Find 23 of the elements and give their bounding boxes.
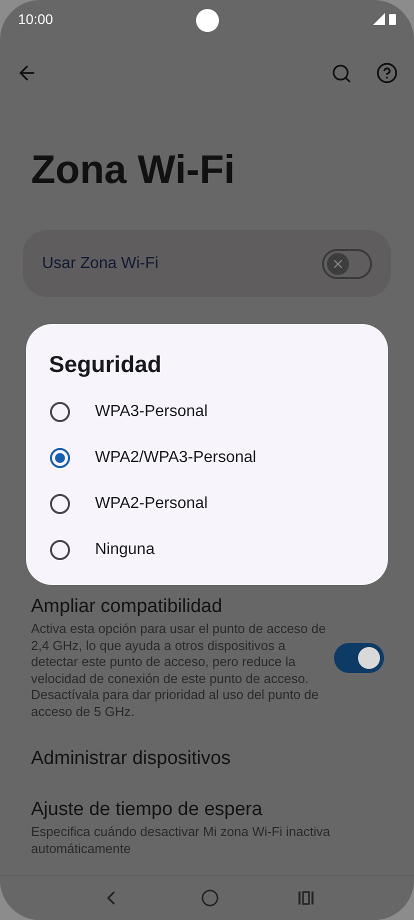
toggle-switch[interactable] bbox=[334, 642, 384, 672]
status-time: 10:00 bbox=[18, 10, 54, 28]
signal-icon bbox=[373, 13, 385, 25]
setting-summary: Activa esta opción para usar el punto de acceso de 2,4 GHz, lo que ayuda a otros dispositivos a detectar este punto de acceso, pero reduce la velocidad de conexión de este punto de acceso. Desactívala para dar prioridad al uso del punto de acceso de 5 GHz. bbox=[31, 621, 327, 720]
radio-option[interactable]: WPA2/WPA3-Personal bbox=[26, 435, 388, 481]
page-title: Zona Wi-Fi bbox=[31, 147, 236, 194]
camera-icon bbox=[196, 9, 219, 32]
help-icon[interactable] bbox=[376, 62, 398, 84]
setting-summary: automáticamente bbox=[31, 840, 132, 857]
search-icon[interactable] bbox=[331, 62, 352, 84]
recents-nav-icon[interactable] bbox=[298, 891, 314, 905]
radio-option[interactable]: WPA3-Personal bbox=[26, 389, 388, 435]
radio-button[interactable] bbox=[50, 540, 70, 560]
toggle-switch[interactable] bbox=[322, 248, 372, 278]
radio-option[interactable]: WPA2-Personal bbox=[26, 481, 388, 527]
radio-button[interactable] bbox=[50, 494, 70, 514]
home-nav-icon[interactable] bbox=[200, 889, 219, 907]
battery-icon bbox=[389, 13, 396, 25]
setting-summary: Especifica cuándo desactivar Mi zona Wi-Fi inactiva bbox=[31, 824, 332, 840]
radio-option[interactable]: Ninguna bbox=[26, 527, 388, 573]
radio-button[interactable] bbox=[50, 448, 70, 468]
dialog-title: Seguridad bbox=[49, 350, 162, 378]
radio-button[interactable] bbox=[50, 402, 70, 422]
